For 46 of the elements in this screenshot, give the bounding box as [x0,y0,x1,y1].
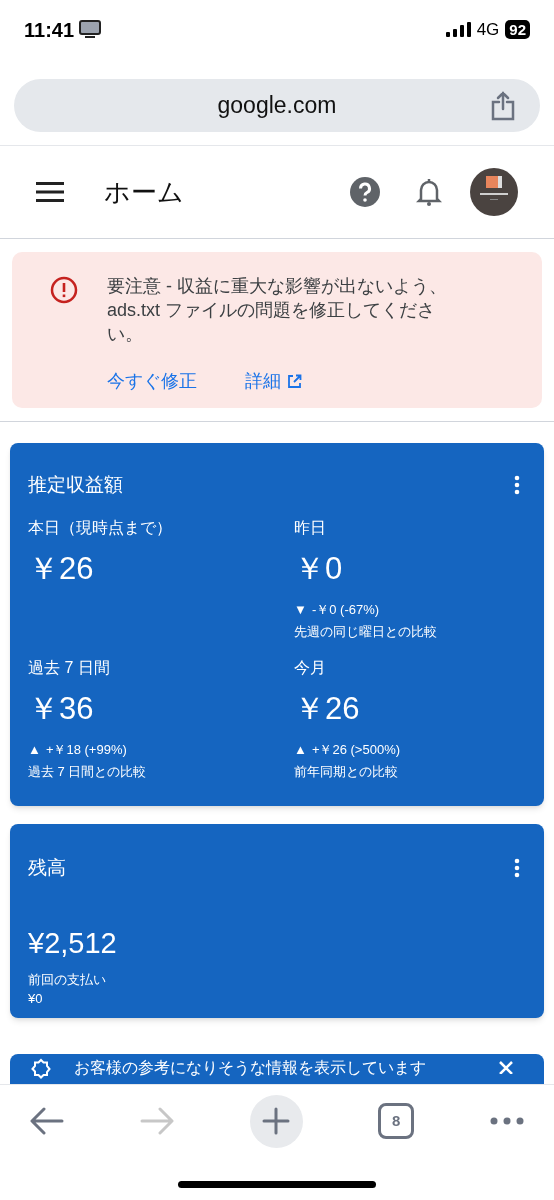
url-text: google.com [217,91,337,121]
balance-value: ¥2,512 [28,926,118,961]
metric-value: ￥36 [28,689,95,728]
alert-message: 要注意 - 収益に重大な影響が出ないよう、ads.txt ファイルの問題を修正してください。 [107,275,448,346]
menu-icon[interactable] [36,182,64,202]
alert-icon [50,276,78,304]
share-icon[interactable] [490,90,516,121]
trend-mark: ▼ [294,601,307,619]
metric-label: 過去 7 日間 [28,657,111,678]
metric-label: 今月 [294,657,327,678]
badge-icon [30,1057,52,1080]
metric-comparison: 過去 7 日間との比較 [28,762,148,781]
alert-link[interactable]: 今すぐ修正 [107,367,197,395]
metric-change: +￥18 (+99%) [45,741,127,759]
plus-icon [262,1107,290,1135]
trend-mark: ▲ [294,741,307,759]
help-icon[interactable] [350,177,380,207]
metric-label: 昨日 [294,517,327,538]
signal-icon [445,22,471,37]
bell-icon[interactable] [416,177,442,207]
card-title: 残高 [28,855,66,880]
more-icon[interactable] [490,1117,524,1125]
status-time: 11:41 [24,17,75,43]
battery-indicator: 92 [505,20,530,39]
back-arrow-icon[interactable] [30,1107,64,1135]
last-payment-label: 前回の支払い [28,970,107,989]
more-icon[interactable] [514,475,520,496]
metric-change: -￥0 (-67%) [311,601,380,619]
trend-mark: ▲ [28,741,41,759]
alert-link[interactable]: 詳細 [245,367,302,395]
info-message: お客様の参考になりそうな情報を表示しています [74,1057,426,1078]
address-bar[interactable]: google.com [14,79,540,132]
metric-change: +￥26 (>500%) [311,741,401,759]
metric-value: ￥26 [28,549,95,588]
metric-label: 本日（現時点まで） [28,517,173,538]
metric-comparison: 前年同期との比較 [294,762,399,781]
last-payment-value: ¥0 [28,990,44,1008]
more-icon[interactable] [514,857,520,878]
metric-value: ￥0 [294,549,344,588]
card-title: 推定収益額 [28,473,123,497]
metric-comparison: 先週の同じ曜日との比較 [294,622,438,641]
metric-value: ￥26 [294,689,361,728]
monitor-icon [79,20,102,39]
tab-count-button[interactable]: 8 [378,1103,415,1139]
network-label: 4G [476,18,500,41]
page-title: ホーム [104,175,184,209]
